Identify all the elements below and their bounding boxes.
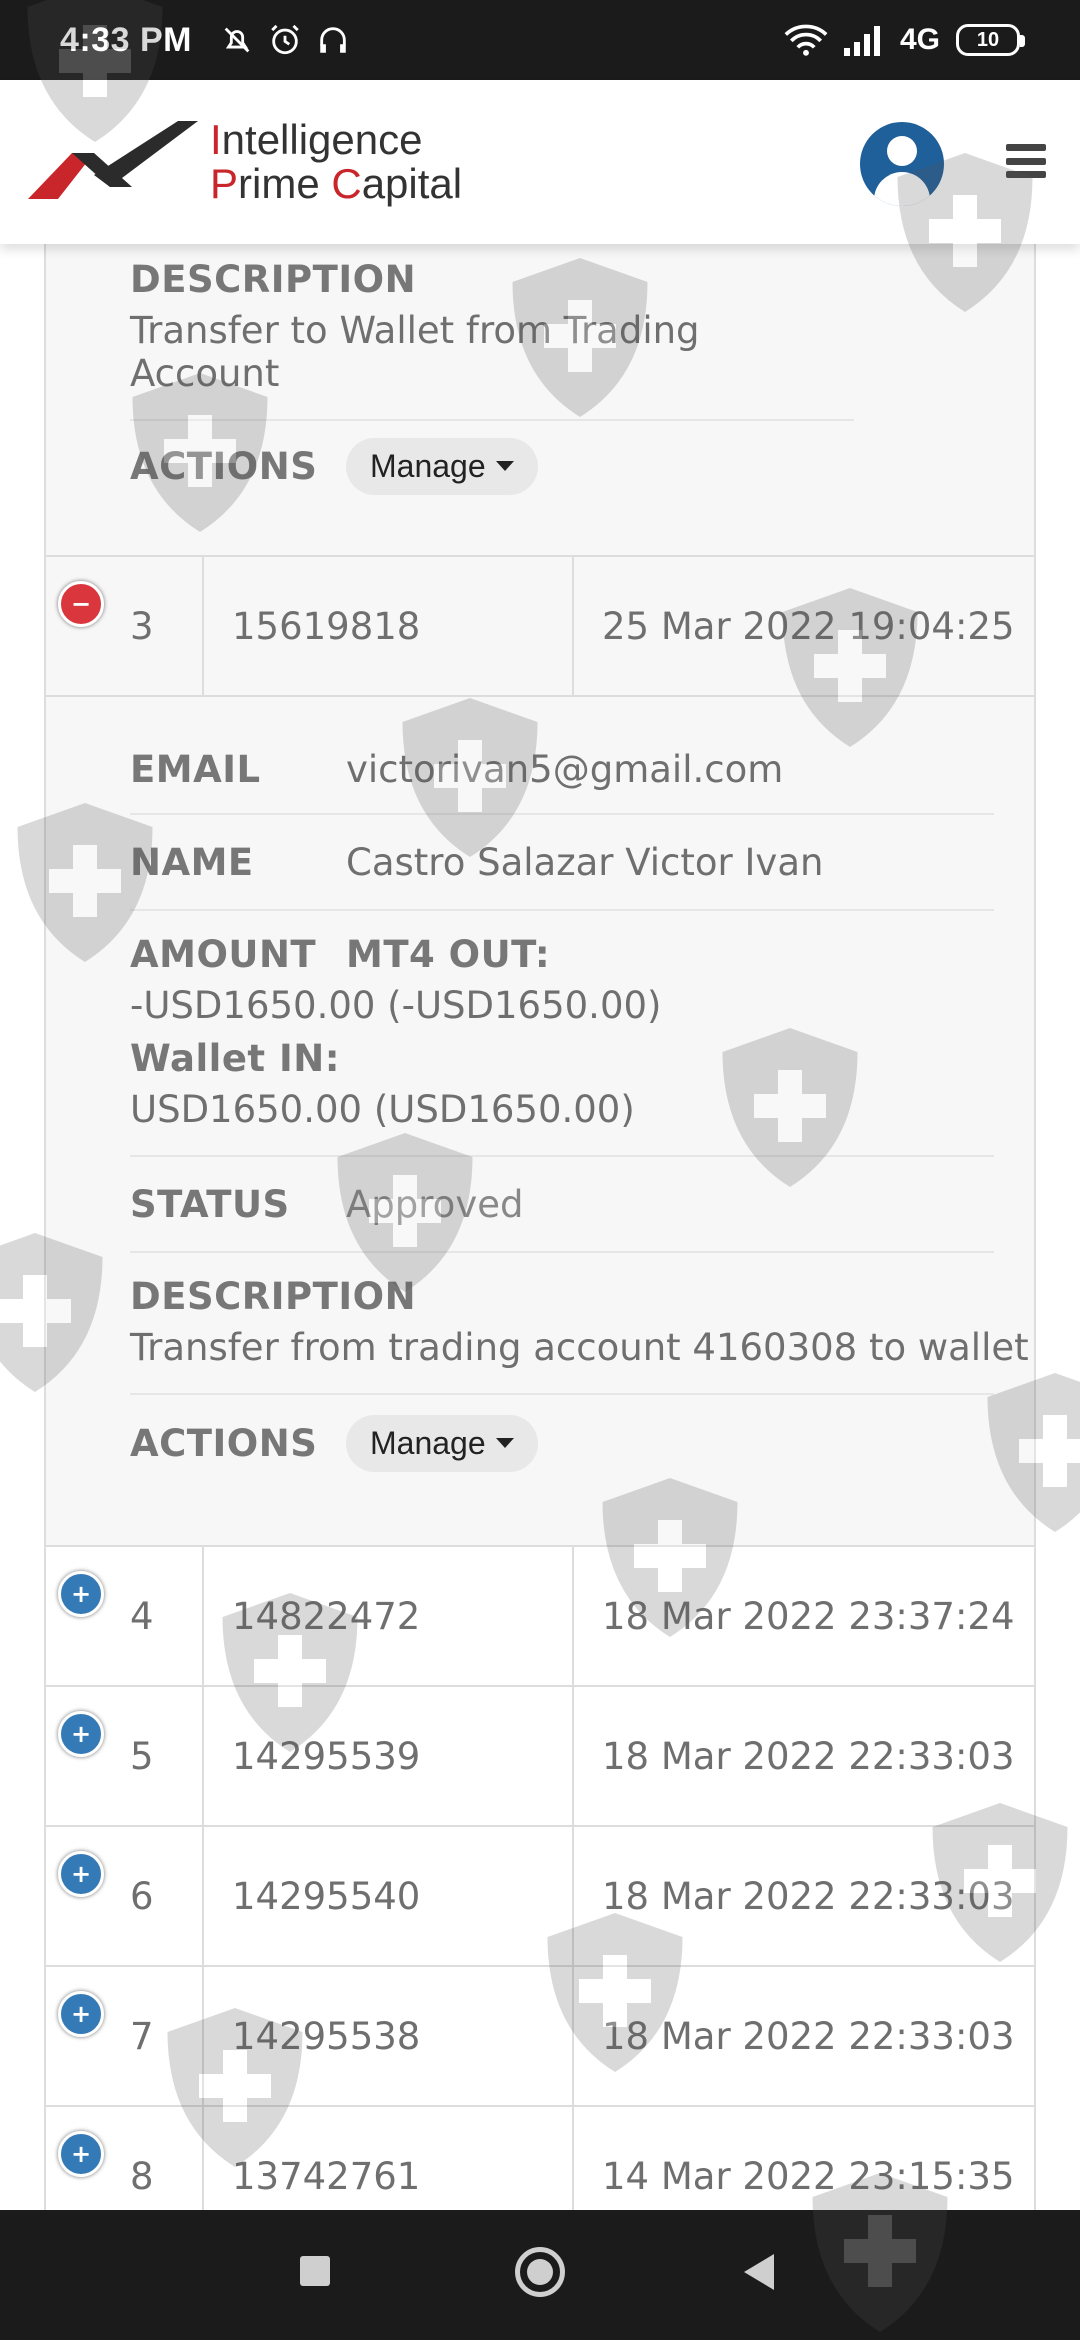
manage-dropdown-button[interactable]: Manage <box>346 437 538 495</box>
home-icon[interactable] <box>515 2247 565 2297</box>
description-label: DESCRIPTION <box>130 1275 417 1318</box>
avatar-body <box>874 172 930 206</box>
amount-item: AMOUNT MT4 OUT: -USD1650.00 (-USD1650.00… <box>130 911 994 1157</box>
status-label: STATUS <box>130 1182 290 1226</box>
row-id: 14295538 <box>204 1967 574 2105</box>
actions-label: ACTIONS <box>130 444 318 488</box>
battery-level: 10 <box>976 28 1000 51</box>
row-id: 13742761 <box>204 2107 574 2210</box>
email-label: EMAIL <box>130 747 261 791</box>
manage-label: Manage <box>370 1424 486 1461</box>
avatar-head <box>887 136 917 166</box>
status-value: Approved <box>346 1182 524 1226</box>
amount-label: AMOUNT <box>130 933 317 976</box>
logo[interactable]: Intelligence Prime Capital <box>28 117 462 207</box>
recent-apps-icon[interactable] <box>300 2256 330 2286</box>
logo-letter-i: I <box>210 116 222 163</box>
menu-bar <box>1006 157 1046 165</box>
logo-letter-c: C <box>331 160 362 207</box>
logo-mark-icon <box>28 121 198 199</box>
table-row[interactable]: + 7 14295538 18 Mar 2022 22:33:03 <box>46 1965 1034 2105</box>
row-index: 6 <box>46 1827 204 1965</box>
name-label: NAME <box>130 840 254 884</box>
email-item: EMAIL victorivan5@gmail.com <box>130 697 994 815</box>
actions-item: ACTIONS Manage <box>130 1395 994 1491</box>
row-id: 14295540 <box>204 1827 574 1965</box>
status-bar: 4:33 PM 4G 10 <box>0 0 1080 80</box>
logo-word-intelligence: ntelligence <box>221 116 423 163</box>
mt4-out-label: MT4 OUT: <box>346 933 551 976</box>
row-date: 18 Mar 2022 23:37:24 <box>602 1594 1015 1638</box>
table-row[interactable]: − 3 15619818 25 Mar 2022 19:04:25 <box>46 555 1034 695</box>
expand-row-icon[interactable]: + <box>58 1711 104 1757</box>
description-value: Transfer to Wallet from Trading Account <box>130 309 700 395</box>
name-item: NAME Castro Salazar Victor Ivan <box>130 815 994 911</box>
row-index: 5 <box>46 1687 204 1825</box>
row-date: 18 Mar 2022 22:33:03 <box>602 2014 1015 2058</box>
headset-icon <box>320 27 346 53</box>
actions-label: ACTIONS <box>130 1421 318 1465</box>
table-row[interactable]: + 8 13742761 14 Mar 2022 23:15:35 <box>46 2105 1034 2210</box>
status-left-icons <box>220 23 350 57</box>
caret-down-icon <box>495 461 514 471</box>
logo-letter-p: P <box>210 160 239 207</box>
battery-icon: 10 <box>956 24 1025 56</box>
app-header: Intelligence Prime Capital <box>0 80 1080 244</box>
collapse-row-icon[interactable]: − <box>58 581 104 627</box>
row-index: 7 <box>46 1967 204 2105</box>
row-date: 18 Mar 2022 22:33:03 <box>602 1734 1015 1778</box>
expand-row-icon[interactable]: + <box>58 1571 104 1617</box>
caret-down-icon <box>495 1438 514 1448</box>
mt4-out-value: -USD1650.00 (-USD1650.00) <box>130 984 662 1027</box>
row-detail: EMAIL victorivan5@gmail.com NAME Castro … <box>46 695 1034 1545</box>
wallet-in-label: Wallet IN: <box>130 1037 341 1080</box>
expand-row-icon[interactable]: + <box>58 1991 104 2037</box>
table-row[interactable]: + 6 14295540 18 Mar 2022 22:33:03 <box>46 1825 1034 1965</box>
row-id: 14295539 <box>204 1687 574 1825</box>
logo-word-apital: apital <box>361 160 463 207</box>
row-date: 25 Mar 2022 19:04:25 <box>602 604 1015 648</box>
table-row[interactable]: + 4 14822472 18 Mar 2022 23:37:24 <box>46 1545 1034 1685</box>
name-value: Castro Salazar Victor Ivan <box>346 840 824 884</box>
expand-row-icon[interactable]: + <box>58 1851 104 1897</box>
menu-bar <box>1006 144 1046 151</box>
email-value: victorivan5@gmail.com <box>346 747 784 791</box>
mute-bell-icon <box>224 27 250 53</box>
row-id: 15619818 <box>204 557 574 695</box>
row-date: 18 Mar 2022 22:33:03 <box>602 1874 1015 1918</box>
signal-icon <box>843 26 880 56</box>
description-value: Transfer from trading account 4160308 to… <box>130 1326 1029 1369</box>
wifi-icon <box>784 24 828 56</box>
manage-dropdown-button[interactable]: Manage <box>346 1414 538 1472</box>
manage-label: Manage <box>370 447 486 484</box>
row-index: 4 <box>46 1547 204 1685</box>
row-date: 14 Mar 2022 23:15:35 <box>602 2154 1015 2198</box>
prev-description-item: DESCRIPTION Transfer to Wallet from Trad… <box>130 244 854 421</box>
status-right: 4G 10 <box>784 23 1025 57</box>
expand-row-icon[interactable]: + <box>58 2131 104 2177</box>
transactions-table: DESCRIPTION Transfer to Wallet from Trad… <box>44 244 1036 2210</box>
network-type: 4G <box>899 23 940 56</box>
hamburger-menu-icon[interactable] <box>1006 144 1046 178</box>
row-id: 14822472 <box>204 1547 574 1685</box>
row-index: 3 <box>46 557 204 695</box>
alarm-icon <box>271 24 299 55</box>
status-item: STATUS Approved <box>130 1157 994 1253</box>
system-nav-bar <box>0 2210 1080 2340</box>
logo-text: Intelligence Prime Capital <box>210 118 462 206</box>
logo-word-rime: rime <box>238 160 332 207</box>
menu-bar <box>1006 171 1046 178</box>
user-avatar-button[interactable] <box>860 122 944 206</box>
description-item: DESCRIPTION Transfer from trading accoun… <box>130 1253 1029 1395</box>
table-row[interactable]: + 5 14295539 18 Mar 2022 22:33:03 <box>46 1685 1034 1825</box>
wallet-in-value: USD1650.00 (USD1650.00) <box>130 1088 635 1131</box>
prev-actions-item: ACTIONS Manage <box>130 421 994 517</box>
prev-row-detail: DESCRIPTION Transfer to Wallet from Trad… <box>46 244 1034 555</box>
status-time: 4:33 PM <box>60 20 192 59</box>
back-icon[interactable] <box>744 2254 774 2290</box>
description-label: DESCRIPTION <box>130 258 417 301</box>
